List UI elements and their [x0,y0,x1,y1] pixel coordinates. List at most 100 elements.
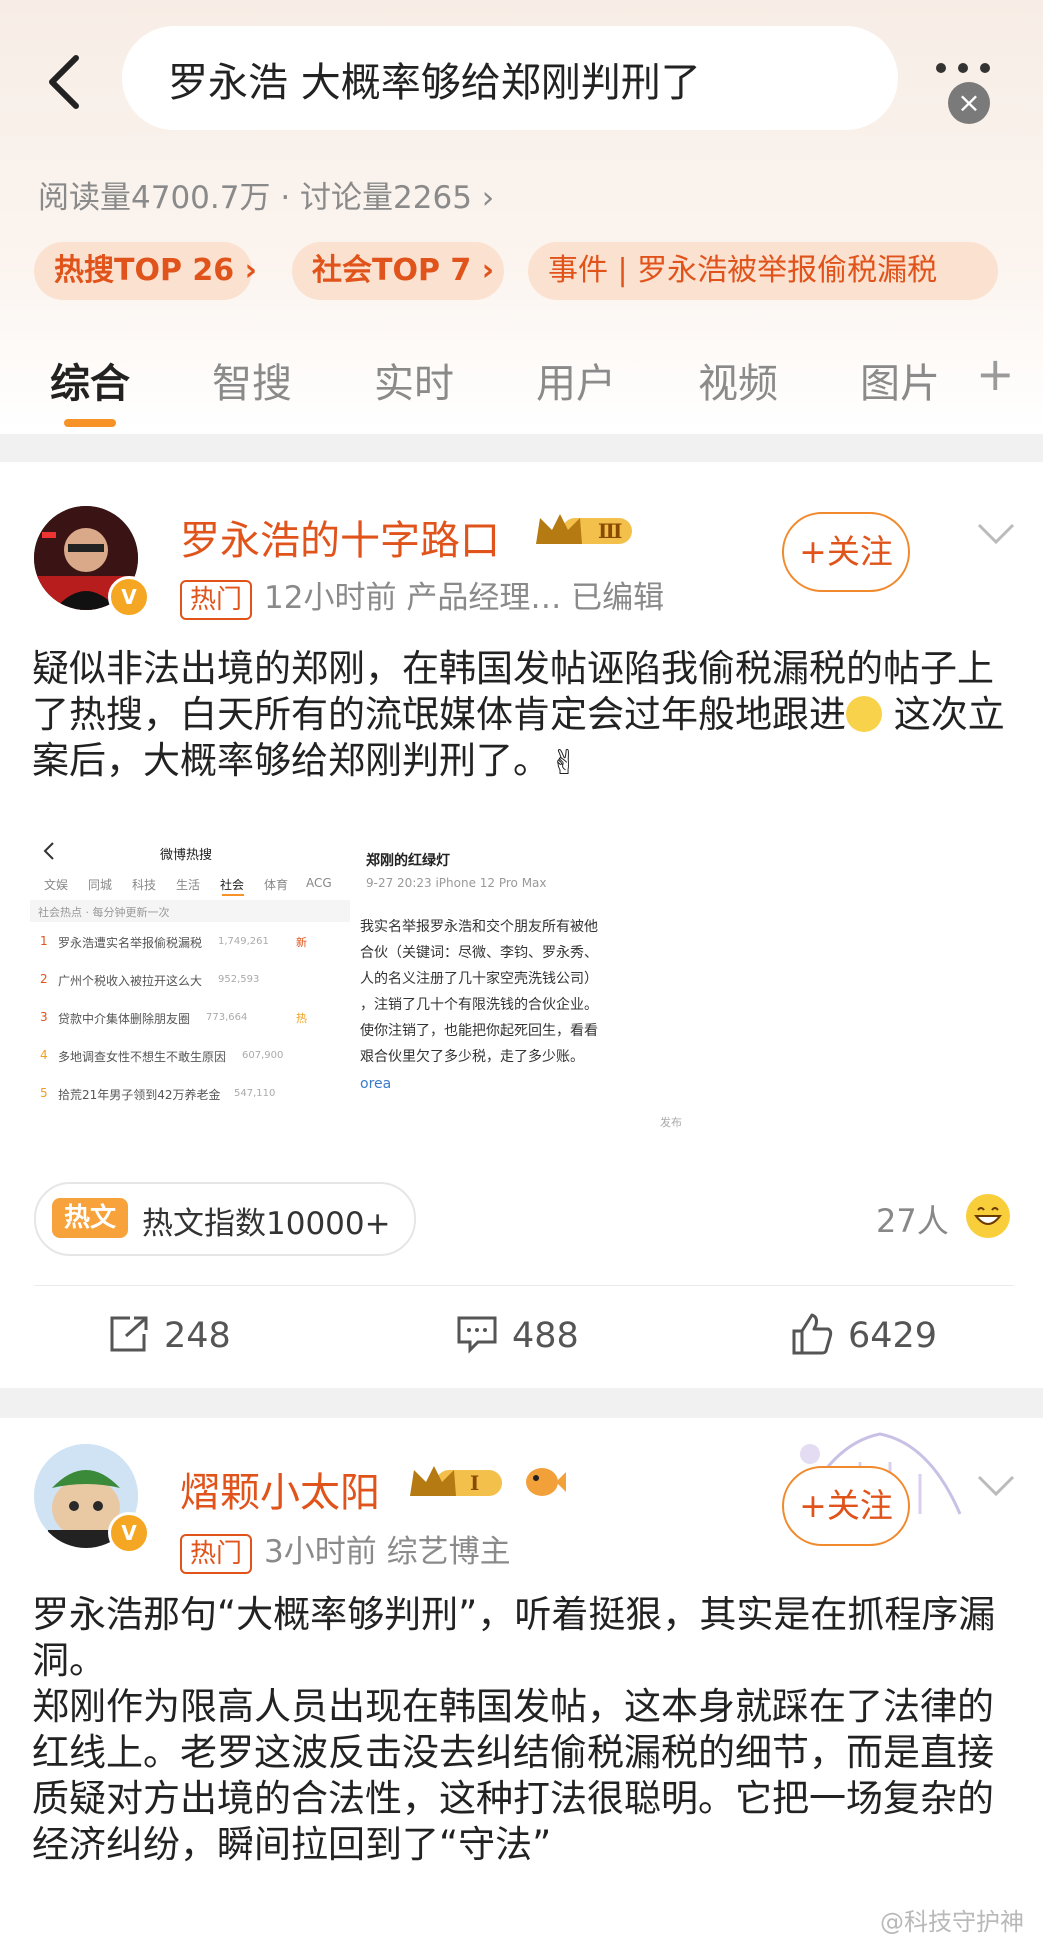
member-level-icon: Ⅰ [410,1466,502,1496]
dot-icon [980,63,990,73]
fish-icon [526,1468,566,1496]
subhead-text: 社会热点 · 每分钟更新一次 [38,906,170,919]
hot-doc-chip[interactable]: 热文 热文指数10000+ [34,1182,416,1256]
rank-number: 1 [40,934,48,948]
active-tab-indicator [64,419,116,427]
verified-badge-icon: V [108,1512,150,1554]
smile-emoji-icon [846,695,882,732]
level-text: Ⅰ [470,1471,479,1495]
chevron-down-icon[interactable] [976,522,1016,546]
nav-item-active: 社会 [220,878,245,892]
thumbs-up-icon [792,1313,833,1355]
post-text: 疑似非法出境的郑刚，在韩国发帖诬陷我偷税漏税的帖子上了热搜，白天所有的流氓媒体肯… [32,646,1022,786]
tab-realtime[interactable]: 实时 [374,351,454,409]
repost-button[interactable]: 248 [108,1316,231,1357]
rank-number: 2 [40,972,48,986]
hot-item-text: 广州个税收入被拉开这么大 [58,974,203,988]
member-level-icon: Ⅲ [536,514,632,544]
hot-doc-label: 热文 [52,1198,128,1238]
watermark: @科技守护神 [880,1908,1024,1936]
chevron-down-icon[interactable] [976,1474,1016,1498]
embedded-post-meta: 9-27 20:23 iPhone 12 Pro Max [366,876,547,890]
victory-hand-icon: ✌ [550,742,579,783]
hot-item-badge: 新 [296,936,307,949]
result-tabs: 综合 智搜 实时 用户 视频 图片 + [0,345,1043,435]
embedded-post-line: 我实名举报罗永浩和交个朋友所有被他 [360,919,598,935]
embedded-post-line: 艰合伙里欠了多少税，走了多少账。 [360,1049,584,1065]
tab-smart-search[interactable]: 智搜 [212,351,292,409]
tag-society[interactable]: 社会TOP 7 › [292,242,504,300]
hot-item-text: 贷款中介集体删除朋友圈 [58,1012,191,1026]
embedded-post-author: 郑刚的红绿灯 [366,853,450,869]
comment-count: 488 [512,1316,579,1356]
embedded-post-line: ，注销了几十个有限洗钱的合伙企业。 [360,997,598,1013]
reaction-count[interactable]: 27人 [876,1196,949,1242]
hot-item-text: 罗永浩遭实名举报偷税漏税 [58,936,203,950]
hot-item-count: 607,900 [242,1050,284,1061]
follow-button[interactable]: +关注 [782,512,910,592]
post-image[interactable]: 微博热搜 文娱 同城 科技 生活 社会 体育 ACG 社会热点 · 每分钟更新一… [30,832,686,1150]
post-meta-text: 12小时前 产品经理… 已编辑 [264,580,665,616]
nav-item: ACG [306,876,332,890]
embedded-post-side: 发布 [660,1116,682,1129]
hot-item-count: 547,110 [234,1088,276,1099]
post-username[interactable]: 罗永浩的十字路口 [180,508,500,566]
search-input[interactable]: 罗永浩 大概率够给郑刚判刑了 × [122,26,990,130]
topic-stats[interactable]: 阅读量4700.7万 · 讨论量2265 › [38,172,494,217]
share-icon [110,1316,148,1352]
tab-comprehensive[interactable]: 综合 [50,351,130,409]
more-options-button[interactable] [936,58,1006,88]
rank-number: 5 [40,1086,48,1100]
verified-badge-icon: V [108,576,150,618]
hot-item-count: 1,749,261 [218,936,269,947]
nav-item: 科技 [132,878,157,892]
hot-badge: 热门 [180,1533,253,1574]
embedded-post-line: 人的名义注册了几十家空壳洗钱公司） [360,971,598,987]
nav-item: 体育 [264,878,289,892]
dot-icon [958,63,968,73]
nav-indicator [222,894,244,896]
clear-icon[interactable]: × [948,82,990,124]
nav-item: 同城 [88,878,113,892]
post-meta: 热门 12小时前 产品经理… 已编辑 [180,572,664,620]
hot-item-badge: 热 [296,1012,307,1025]
dot-icon [936,63,946,73]
post-text: 罗永浩那句“大概率够判刑”，听着挺狠，其实是在抓程序漏洞。 郑刚作为限高人员出现… [32,1593,996,1866]
action-divider [34,1285,1014,1286]
embedded-post-link: orea [360,1076,392,1092]
back-arrow-icon [43,842,54,860]
back-arrow-icon [49,55,79,109]
section-divider [0,434,1043,462]
comment-button[interactable]: 488 [456,1316,579,1357]
grin-emoji-icon[interactable] [966,1194,1010,1238]
rank-number: 3 [40,1010,48,1024]
hot-search-title: 微博热搜 [160,848,213,863]
like-button[interactable]: 6429 [790,1313,938,1358]
post-separator [0,1388,1043,1418]
post-meta-text: 3小时前 综艺博主 [264,1534,511,1570]
nav-item: 文娱 [44,878,69,892]
hot-item-text: 拾荒21年男子领到42万养老金 [58,1088,221,1102]
back-button[interactable] [40,52,90,112]
repost-count: 248 [164,1316,231,1356]
comment-icon [457,1316,497,1354]
nav-item: 生活 [176,878,201,892]
like-count: 6429 [848,1316,938,1356]
post-username[interactable]: 熠颗小太阳 [180,1460,380,1518]
hot-doc-text: 热文指数10000+ [142,1206,391,1242]
tab-users[interactable]: 用户 [536,351,616,409]
add-tab-icon[interactable]: + [976,347,1015,401]
hot-item-count: 952,593 [218,974,260,985]
tag-hot-search[interactable]: 热搜TOP 26 › [34,242,257,300]
search-query[interactable]: 罗永浩 大概率够给郑刚判刑了 [168,50,701,108]
embedded-post-line: 使你注销了，也能把你起死回生，看看 [360,1023,598,1039]
level-text: Ⅲ [598,519,622,543]
tab-video[interactable]: 视频 [698,351,778,409]
follow-button[interactable]: +关注 [782,1466,910,1546]
tab-images[interactable]: 图片 [860,351,940,409]
post-meta: 热门 3小时前 综艺博主 [180,1526,511,1574]
hot-badge: 热门 [180,579,253,620]
embedded-post-line: 合伙（关键词：尽微、李钧、罗永秀、 [360,945,598,961]
tag-event[interactable]: 事件 | 罗永浩被举报偷税漏税 [528,242,998,300]
rank-number: 4 [40,1048,48,1062]
